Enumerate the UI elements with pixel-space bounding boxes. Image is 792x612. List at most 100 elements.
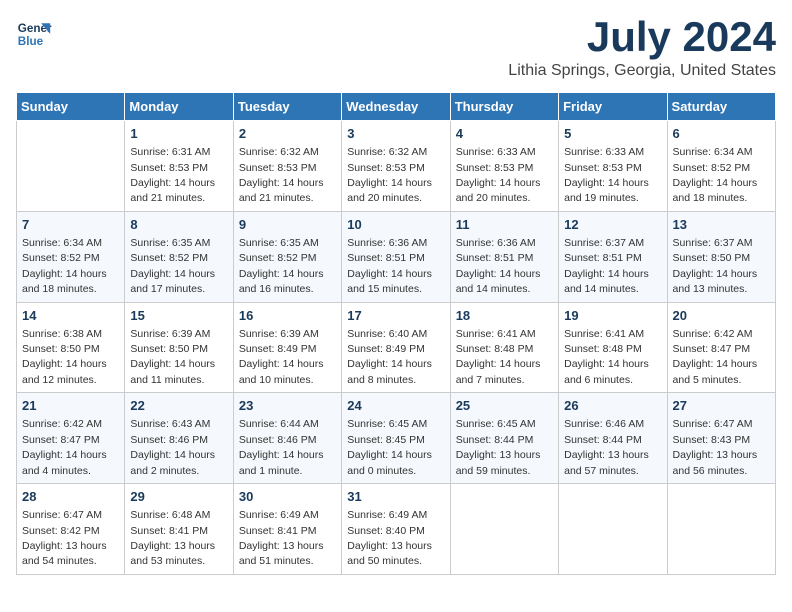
day-number: 6 [673,125,770,143]
header-friday: Friday [559,93,667,121]
svg-text:Blue: Blue [18,35,44,48]
logo-icon: General Blue [16,16,52,52]
day-number: 21 [22,397,119,415]
day-number: 13 [673,216,770,234]
calendar-cell: 19Sunrise: 6:41 AM Sunset: 8:48 PM Dayli… [559,302,667,393]
day-info: Sunrise: 6:42 AM Sunset: 8:47 PM Dayligh… [22,418,107,476]
calendar-cell: 2Sunrise: 6:32 AM Sunset: 8:53 PM Daylig… [233,121,341,212]
weekday-row: Sunday Monday Tuesday Wednesday Thursday… [17,93,776,121]
day-info: Sunrise: 6:31 AM Sunset: 8:53 PM Dayligh… [130,146,215,204]
calendar-week-2: 7Sunrise: 6:34 AM Sunset: 8:52 PM Daylig… [17,211,776,302]
calendar-cell: 20 Sunrise: 6:42 AM Sunset: 8:47 PM Dayli… [667,302,775,393]
day-number: 30 [239,488,336,506]
calendar-cell [559,484,667,575]
header-thursday: Thursday [450,93,558,121]
day-info: Sunrise: 6:34 AM Sunset: 8:52 PM Dayligh… [673,146,758,204]
day-number: 29 [130,488,227,506]
calendar-body: 1 Sunrise: 6:31 AM Sunset: 8:53 PM Daylig… [17,121,776,575]
day-number: 2 [239,125,336,143]
day-number: 12 [564,216,661,234]
header-wednesday: Wednesday [342,93,450,121]
day-info: Sunrise: 6:40 AM Sunset: 8:49 PM Dayligh… [347,328,432,386]
day-info: Sunrise: 6:42 AM Sunset: 8:47 PM Dayligh… [673,328,758,386]
title-area: July 2024 Lithia Springs, Georgia, Unite… [508,16,776,80]
day-info: Sunrise: 6:39 AM Sunset: 8:49 PM Dayligh… [239,328,324,386]
day-number: 17 [347,307,444,325]
day-info: Sunrise: 6:33 AM Sunset: 8:53 PM Dayligh… [456,146,541,204]
day-number: 9 [239,216,336,234]
calendar-cell: 29 Sunrise: 6:48 AM Sunset: 8:41 PM Dayli… [125,484,233,575]
month-title: July 2024 [508,16,776,58]
day-number: 20 [673,307,770,325]
calendar-cell: 17 Sunrise: 6:40 AM Sunset: 8:49 PM Dayli… [342,302,450,393]
day-info: Sunrise: 6:45 AM Sunset: 8:44 PM Dayligh… [456,418,541,476]
calendar-week-4: 21 Sunrise: 6:42 AM Sunset: 8:47 PM Dayli… [17,393,776,484]
day-number: 1 [130,125,227,143]
logo: General Blue [16,16,52,52]
header-tuesday: Tuesday [233,93,341,121]
calendar-cell: 24 Sunrise: 6:45 AM Sunset: 8:45 PM Dayli… [342,393,450,484]
day-number: 11 [456,216,553,234]
day-info: Sunrise: 6:47 AM Sunset: 8:42 PM Dayligh… [22,509,107,567]
day-info: Sunrise: 6:36 AM Sunset: 8:51 PM Dayligh… [456,237,541,295]
calendar-cell: 15 Sunrise: 6:39 AM Sunset: 8:50 PM Dayli… [125,302,233,393]
calendar-cell: 21 Sunrise: 6:42 AM Sunset: 8:47 PM Dayli… [17,393,125,484]
day-info: Sunrise: 6:45 AM Sunset: 8:45 PM Dayligh… [347,418,432,476]
day-info: Sunrise: 6:48 AM Sunset: 8:41 PM Dayligh… [130,509,215,567]
day-info: Sunrise: 6:35 AM Sunset: 8:52 PM Dayligh… [130,237,215,295]
calendar-cell: 1 Sunrise: 6:31 AM Sunset: 8:53 PM Daylig… [125,121,233,212]
day-number: 4 [456,125,553,143]
day-info: Sunrise: 6:41 AM Sunset: 8:48 PM Dayligh… [456,328,541,386]
day-info: Sunrise: 6:33 AM Sunset: 8:53 PM Dayligh… [564,146,649,204]
day-number: 31 [347,488,444,506]
day-info: Sunrise: 6:43 AM Sunset: 8:46 PM Dayligh… [130,418,215,476]
day-info: Sunrise: 6:32 AM Sunset: 8:53 PM Dayligh… [347,146,432,204]
day-number: 14 [22,307,119,325]
header-monday: Monday [125,93,233,121]
calendar-cell: 27Sunrise: 6:47 AM Sunset: 8:43 PM Dayli… [667,393,775,484]
day-info: Sunrise: 6:36 AM Sunset: 8:51 PM Dayligh… [347,237,432,295]
calendar-cell: 7Sunrise: 6:34 AM Sunset: 8:52 PM Daylig… [17,211,125,302]
day-number: 24 [347,397,444,415]
calendar-week-3: 14 Sunrise: 6:38 AM Sunset: 8:50 PM Dayli… [17,302,776,393]
calendar-cell [17,121,125,212]
calendar-cell: 31 Sunrise: 6:49 AM Sunset: 8:40 PM Dayli… [342,484,450,575]
day-number: 25 [456,397,553,415]
calendar-cell: 14 Sunrise: 6:38 AM Sunset: 8:50 PM Dayli… [17,302,125,393]
day-info: Sunrise: 6:49 AM Sunset: 8:40 PM Dayligh… [347,509,432,567]
header-sunday: Sunday [17,93,125,121]
calendar-cell: 4 Sunrise: 6:33 AM Sunset: 8:53 PM Daylig… [450,121,558,212]
calendar-cell: 30 Sunrise: 6:49 AM Sunset: 8:41 PM Dayli… [233,484,341,575]
calendar-cell: 28 Sunrise: 6:47 AM Sunset: 8:42 PM Dayli… [17,484,125,575]
day-info: Sunrise: 6:41 AM Sunset: 8:48 PM Dayligh… [564,328,649,386]
calendar-cell: 16Sunrise: 6:39 AM Sunset: 8:49 PM Dayli… [233,302,341,393]
day-number: 26 [564,397,661,415]
calendar-cell: 25 Sunrise: 6:45 AM Sunset: 8:44 PM Dayli… [450,393,558,484]
calendar-cell: 23Sunrise: 6:44 AM Sunset: 8:46 PM Dayli… [233,393,341,484]
calendar-cell [450,484,558,575]
day-info: Sunrise: 6:39 AM Sunset: 8:50 PM Dayligh… [130,328,215,386]
day-number: 5 [564,125,661,143]
calendar-cell: 9 Sunrise: 6:35 AM Sunset: 8:52 PM Daylig… [233,211,341,302]
calendar-cell: 10Sunrise: 6:36 AM Sunset: 8:51 PM Dayli… [342,211,450,302]
calendar-cell: 8Sunrise: 6:35 AM Sunset: 8:52 PM Daylig… [125,211,233,302]
calendar-cell [667,484,775,575]
day-info: Sunrise: 6:49 AM Sunset: 8:41 PM Dayligh… [239,509,324,567]
day-number: 3 [347,125,444,143]
day-info: Sunrise: 6:35 AM Sunset: 8:52 PM Dayligh… [239,237,324,295]
calendar-cell: 12Sunrise: 6:37 AM Sunset: 8:51 PM Dayli… [559,211,667,302]
day-info: Sunrise: 6:44 AM Sunset: 8:46 PM Dayligh… [239,418,324,476]
day-number: 22 [130,397,227,415]
calendar-cell: 18Sunrise: 6:41 AM Sunset: 8:48 PM Dayli… [450,302,558,393]
calendar-cell: 3 Sunrise: 6:32 AM Sunset: 8:53 PM Daylig… [342,121,450,212]
calendar-header: Sunday Monday Tuesday Wednesday Thursday… [17,93,776,121]
location-title: Lithia Springs, Georgia, United States [508,62,776,80]
calendar-week-1: 1 Sunrise: 6:31 AM Sunset: 8:53 PM Daylig… [17,121,776,212]
calendar-table: Sunday Monday Tuesday Wednesday Thursday… [16,92,776,575]
day-number: 28 [22,488,119,506]
day-number: 7 [22,216,119,234]
day-info: Sunrise: 6:38 AM Sunset: 8:50 PM Dayligh… [22,328,107,386]
day-number: 15 [130,307,227,325]
day-info: Sunrise: 6:46 AM Sunset: 8:44 PM Dayligh… [564,418,649,476]
calendar-cell: 5 Sunrise: 6:33 AM Sunset: 8:53 PM Daylig… [559,121,667,212]
